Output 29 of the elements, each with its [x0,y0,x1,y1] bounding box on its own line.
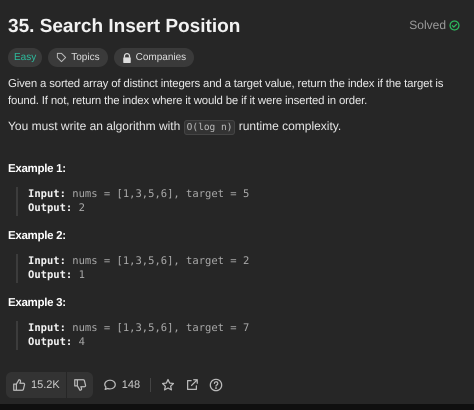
output-line-text: Output: 2 [28,202,85,215]
output-line-text: Output: 1 [28,268,85,282]
inline-code: O(log n) [184,120,236,135]
example-heading: Example 3: [8,297,67,309]
star-icon [161,378,176,392]
output-line-text: Output: 4 [28,336,85,349]
thumbs-up-icon [12,378,26,392]
example-heading: Example 1: [8,163,67,175]
input-line-text: Input: nums = [1,3,5,6], target = 7 [28,322,250,336]
topics-tag[interactable]: Topics [48,48,108,67]
example-heading: Example 2: [8,230,67,242]
share-icon [185,378,200,392]
share-button[interactable] [185,378,200,392]
problem-description: Given a sorted array of distinct integers and a target value, return the index if the target is found. If not, return the index where it would be if it were inserted in order. [8,77,444,109]
complexity-sentence: You must write an algorithm with O(log n) runtime complexity. [8,119,342,133]
help-button[interactable] [209,378,224,392]
difficulty-tag[interactable]: Easy [8,48,42,67]
problem-title: 35. Search Insert Position [8,16,240,38]
speech-bubble-icon [102,378,117,392]
thumbs-down-icon [72,378,87,392]
lock-icon [122,52,132,62]
input-line-text: Input: nums = [1,3,5,6], target = 2 [28,255,250,268]
status-label: Solved [409,18,446,32]
favorite-button[interactable] [161,378,176,392]
help-icon [209,378,224,392]
companies-tag[interactable]: Companies [114,48,194,67]
comments-button[interactable]: 148 [102,378,140,392]
input-line-text: Input: nums = [1,3,5,6], target = 5 [28,188,250,202]
tag-icon [56,52,68,63]
